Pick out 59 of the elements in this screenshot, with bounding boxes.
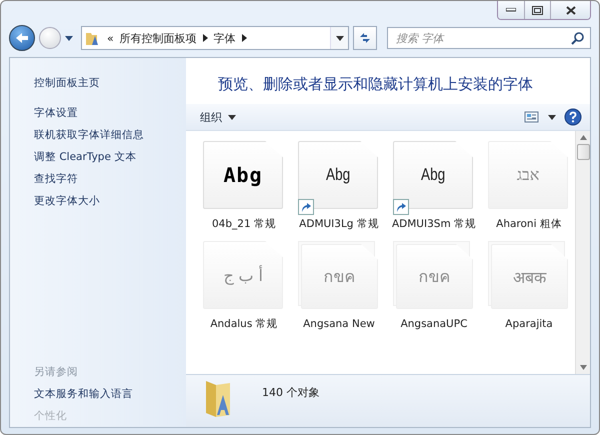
history-dropdown-icon[interactable] xyxy=(65,36,73,40)
left-arrow-icon xyxy=(15,32,29,44)
sidebar-link[interactable]: 联机获取字体详细信息 xyxy=(34,124,144,146)
chevron-right-icon[interactable] xyxy=(242,34,247,42)
sidebar-link[interactable]: 调整 ClearType 文本 xyxy=(34,146,136,168)
back-button[interactable] xyxy=(9,25,35,51)
item-count: 140 个对象 xyxy=(262,385,320,400)
organize-menu-button[interactable]: 组织 xyxy=(196,108,240,126)
font-file-icon[interactable]: Abg xyxy=(393,141,473,209)
font-preview: אבג xyxy=(516,165,540,185)
scroll-down-arrow-icon[interactable] xyxy=(580,365,586,370)
font-preview: Abg xyxy=(420,165,446,185)
view-dropdown-icon[interactable] xyxy=(548,114,556,120)
home-link[interactable]: 控制面板主页 xyxy=(34,72,100,94)
sidebar-link[interactable]: 查找字符 xyxy=(34,168,78,190)
scroll-up-arrow-icon[interactable] xyxy=(580,135,586,140)
refresh-button[interactable] xyxy=(353,26,377,50)
font-file-icon[interactable]: Abg xyxy=(298,141,378,209)
breadcrumb-link[interactable]: 所有控制面板项 xyxy=(120,30,197,46)
close-x-icon xyxy=(566,6,576,14)
close-button[interactable] xyxy=(550,1,590,19)
window-squares-icon xyxy=(532,6,543,14)
caret-icon xyxy=(336,36,344,40)
address-dropdown-button[interactable] xyxy=(330,27,348,49)
refresh-arrows-icon xyxy=(358,31,372,45)
font-preview: กขค xyxy=(324,266,356,288)
view-options-icon[interactable] xyxy=(524,110,540,124)
font-name: ADMUI3Lg 常规 xyxy=(299,217,379,231)
font-name: AngsanaUPC xyxy=(400,317,468,331)
font-folder-icon xyxy=(85,30,101,46)
font-preview: Abg xyxy=(326,165,350,185)
font-preview: Abg xyxy=(223,163,263,187)
breadcrumb-link[interactable]: 字体 xyxy=(214,30,236,46)
font-preview: กขค xyxy=(418,266,450,288)
caret-icon xyxy=(228,114,236,120)
scrollbar-thumb[interactable] xyxy=(576,144,590,160)
font-name: Aharoni 粗体 xyxy=(496,217,562,231)
sidebar-link[interactable]: 更改字体大小 xyxy=(34,190,100,212)
overflow-chevron[interactable]: « xyxy=(107,32,114,44)
sidebar-link[interactable]: 字体设置 xyxy=(34,102,78,124)
maximize-button[interactable] xyxy=(524,1,550,19)
font-preview: أ ب ج xyxy=(223,266,263,284)
search-icon[interactable] xyxy=(571,31,585,45)
help-icon[interactable] xyxy=(564,108,582,126)
font-name: Angsana New xyxy=(303,317,375,331)
font-name: 04b_21 常规 xyxy=(212,217,276,231)
font-file-icon[interactable]: Abg xyxy=(203,141,283,209)
sidebar-link[interactable]: 文本服务和输入语言 xyxy=(34,383,133,405)
minimize-dash-icon xyxy=(506,8,516,12)
address-bar[interactable]: « 所有控制面板项 字体 xyxy=(81,26,349,50)
vertical-scrollbar[interactable] xyxy=(575,131,590,374)
minimize-button[interactable] xyxy=(498,1,524,19)
font-name: ADMUI3Sm 常规 xyxy=(392,217,476,231)
chevron-right-icon[interactable] xyxy=(202,34,208,42)
font-name: Andalus 常规 xyxy=(210,317,278,331)
page-heading: 预览、删除或者显示和隐藏计算机上安装的字体 xyxy=(217,74,534,95)
font-name: Aparajita xyxy=(505,317,553,331)
font-preview: अबक xyxy=(513,266,546,288)
section-heading: 另请参阅 xyxy=(34,365,79,380)
